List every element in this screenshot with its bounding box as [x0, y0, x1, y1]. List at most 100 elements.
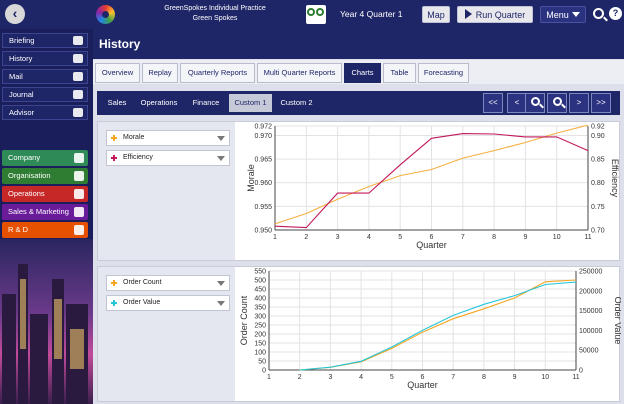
x-tick-label: 3 — [336, 234, 340, 241]
subtab-custom-1[interactable]: Custom 1 — [229, 94, 272, 112]
run-quarter-button[interactable]: Run Quarter — [457, 6, 533, 23]
chart-panel-morale-efficiency: Morale Efficiency 1 2 3 4 5 6 7 8 9 10 11 0.950 0.955… — [97, 121, 620, 261]
mail-icon — [73, 72, 83, 81]
y2-tick-label: 0.90 — [591, 133, 605, 140]
org-name: GreenSpokes Individual Practice Green Sp… — [150, 4, 280, 24]
x-tick-label: 1 — [267, 374, 271, 381]
tab-charts[interactable]: Charts — [344, 63, 381, 83]
y-tick-label: 0.972 — [254, 124, 272, 131]
y2-tick-label: 0.75 — [591, 204, 605, 211]
sidebar-item-briefing[interactable]: Briefing — [2, 33, 88, 48]
subtab-custom-2[interactable]: Custom 2 — [274, 94, 319, 112]
city-background-image — [0, 239, 93, 404]
pencil-icon — [73, 90, 83, 99]
factory-icon — [74, 189, 84, 199]
people-icon — [73, 36, 83, 45]
y2-tick-label: 0.85 — [591, 157, 605, 164]
y-tick-label: 0.950 — [254, 228, 272, 235]
chart-subtab-bar: Sales Operations Finance Custom 1 Custom 2 <<… — [97, 91, 620, 115]
run-quarter-label: Run Quarter — [475, 10, 526, 20]
department-operations[interactable]: Operations — [2, 186, 88, 202]
left-navigation: Briefing History Mail Journal Advisor Compan… — [0, 29, 93, 404]
x-tick-label: 8 — [492, 234, 496, 241]
department-sales-marketing[interactable]: Sales & Marketing — [2, 204, 88, 220]
back-arrow-icon[interactable]: ‹ — [5, 4, 25, 24]
menu-button[interactable]: Menu — [540, 6, 586, 23]
sidebar-item-label: Advisor — [9, 108, 35, 117]
x-tick-label: 5 — [390, 374, 394, 381]
subtab-operations[interactable]: Operations — [135, 94, 183, 112]
x-axis-label: Quarter — [416, 240, 447, 250]
department-label: Company — [8, 153, 41, 162]
sidebar-item-history[interactable]: History — [2, 51, 88, 66]
help-icon[interactable]: ? — [609, 7, 622, 20]
y2-axis-label: Efficiency — [610, 159, 620, 198]
subtab-sales[interactable]: Sales — [101, 94, 133, 112]
y2-tick-label: 0.70 — [591, 228, 605, 235]
zoom-in-button[interactable] — [525, 93, 545, 113]
x-tick-label: 7 — [461, 234, 465, 241]
current-period: Year 4 Quarter 1 — [340, 9, 403, 19]
zoom-out-button[interactable] — [547, 93, 567, 113]
x-axis-label: Quarter — [407, 380, 438, 390]
y-tick-label: 300 — [254, 314, 266, 321]
x-tick-label: 11 — [572, 374, 579, 381]
x-tick-label: 2 — [304, 234, 308, 241]
y2-tick-label: 100000 — [579, 328, 602, 335]
zoom-in-icon — [530, 97, 540, 106]
org-subtitle: Green Spokes — [192, 15, 238, 22]
y-tick-label: 350 — [254, 305, 266, 312]
last-button[interactable]: >> — [591, 93, 611, 113]
search-icon[interactable] — [593, 8, 604, 19]
y2-tick-label: 50000 — [579, 348, 599, 355]
x-tick-label: 9 — [513, 374, 517, 381]
sidebar-item-advisor[interactable]: Advisor — [2, 105, 88, 120]
department-label: R & D — [8, 225, 29, 234]
tab-quarterly-reports[interactable]: Quarterly Reports — [180, 63, 255, 83]
previous-button[interactable]: < — [507, 93, 527, 113]
x-tick-label: 8 — [482, 374, 486, 381]
tab-forecasting[interactable]: Forecasting — [418, 63, 469, 83]
x-tick-label: 3 — [328, 374, 332, 381]
subtab-finance[interactable]: Finance — [185, 94, 227, 112]
next-button[interactable]: > — [569, 93, 589, 113]
y-tick-label: 550 — [254, 269, 266, 276]
bar-chart-icon — [74, 207, 84, 217]
x-tick-label: 4 — [367, 234, 371, 241]
department-organisation[interactable]: Organisation — [2, 168, 88, 184]
microscope-icon — [74, 225, 84, 235]
y-tick-label: 150 — [254, 341, 266, 348]
tab-table[interactable]: Table — [383, 63, 416, 83]
page-title: History — [93, 29, 624, 59]
map-button[interactable]: Map — [422, 6, 450, 23]
tab-replay[interactable]: Replay — [142, 63, 178, 83]
y-tick-label: 500 — [254, 278, 266, 285]
y2-tick-label: 0.80 — [591, 180, 605, 187]
y-tick-label: 0.970 — [254, 133, 272, 140]
play-icon — [464, 9, 472, 19]
sidebar-item-label: History — [9, 54, 33, 63]
department-r-d[interactable]: R & D — [2, 222, 88, 238]
first-button[interactable]: << — [483, 93, 503, 113]
sidebar-item-mail[interactable]: Mail — [2, 69, 88, 84]
x-tick-label: 2 — [298, 374, 302, 381]
tab-overview[interactable]: Overview — [95, 63, 140, 83]
y-axis-label: Morale — [246, 164, 256, 192]
department-label: Operations — [8, 189, 45, 198]
sidebar-item-journal[interactable]: Journal — [2, 87, 88, 102]
gears-icon — [74, 153, 84, 163]
y-tick-label: 250 — [254, 323, 266, 330]
morale-efficiency-chart: 1 2 3 4 5 6 7 8 9 10 110.9500.9550.9600.9650.9700.… — [246, 124, 620, 251]
lightbulb-icon — [73, 108, 83, 117]
y2-axis-label: Order Value — [613, 297, 621, 345]
y-tick-label: 0.965 — [254, 157, 272, 164]
x-tick-label: 9 — [523, 234, 527, 241]
menu-label: Menu — [546, 10, 569, 20]
x-tick-label: 4 — [359, 374, 363, 381]
main-content: History Overview Replay Quarterly Reports M… — [93, 29, 624, 404]
tab-multi-quarter-reports[interactable]: Multi Quarter Reports — [257, 63, 342, 83]
department-company[interactable]: Company — [2, 150, 88, 166]
y2-tick-label: 150000 — [579, 308, 602, 315]
y2-tick-label: 250000 — [579, 269, 602, 276]
history-icon — [73, 54, 83, 63]
